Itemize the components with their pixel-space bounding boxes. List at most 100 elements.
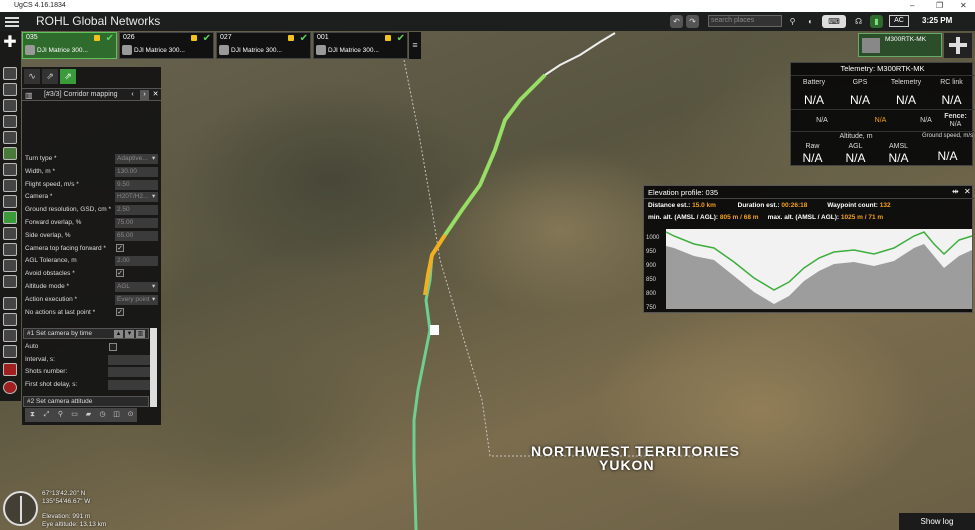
param-input[interactable]: 9.50 [115,179,158,190]
yaw-action-icon[interactable]: ⤢ [40,409,53,421]
dropdown-arrow-icon[interactable]: ▾ [152,281,155,293]
delete-action-icon[interactable]: ▥ [136,330,145,338]
circle-tool-icon[interactable] [3,163,17,176]
landing-tool-icon[interactable] [3,275,17,288]
undo-icon[interactable]: ↶ [670,15,683,28]
waypoints-icon[interactable]: ⇗ [42,69,58,84]
next-segment-icon[interactable]: › [140,90,149,100]
param-row: No actions at last point * ✓ [25,307,160,319]
vehicle-name: DJI Matrice 300... [328,47,379,54]
action-input[interactable] [108,379,150,390]
close-icon[interactable]: ✕ [151,90,160,100]
param-checkbox[interactable]: ✓ [116,243,124,252]
param-checkbox[interactable]: ✓ [116,269,124,278]
panorama-icon[interactable]: ⊙ [124,409,137,421]
param-row: Width, m * 130.00 [25,166,160,178]
polygon-tool-icon[interactable] [3,99,17,112]
vehicle-card-026[interactable]: 026 ✔ DJI Matrice 300... [119,32,214,59]
param-input[interactable]: 2.00 [115,256,158,267]
collapse-icon[interactable]: ▲ [114,330,123,338]
vehicle-card-001[interactable]: 001 ✔ DJI Matrice 300... [313,32,408,59]
area-tool-icon[interactable] [3,115,17,128]
param-input[interactable]: 65.00 [115,230,158,241]
dropdown-arrow-icon[interactable]: ▾ [152,191,155,203]
maximize-button[interactable]: ❐ [936,0,943,12]
raw-label: Raw [805,143,820,150]
vehicle-list-scroll[interactable]: ≡ [409,32,421,59]
layers-icon[interactable] [3,329,17,342]
clock: 3:25 PM [922,16,953,25]
param-label: Width, m * [25,167,55,175]
dropdown-arrow-icon[interactable]: ▾ [152,153,155,165]
minimize-button[interactable]: – [910,0,914,12]
param-input[interactable]: 75.00 [115,218,158,228]
telemetry-panel: Telemetry: M300RTK-MK Battery GPS Teleme… [790,62,974,166]
search-icon[interactable]: ⚲ [786,15,799,28]
panel-scrollbar[interactable] [150,328,157,407]
close-icon[interactable]: ✕ [964,187,971,196]
param-input[interactable]: 2.50 [115,205,158,216]
vertical-scan-icon[interactable] [3,227,17,240]
prev-segment-icon[interactable]: ‹ [128,90,137,100]
grid-tool-icon[interactable] [3,131,17,144]
ruler-icon[interactable] [3,313,17,326]
window-title: UgCS 4.16.1834 [14,2,66,9]
dropdown-arrow-icon[interactable]: ▾ [152,294,155,306]
lock-icon [94,35,100,41]
selected-vehicle-card[interactable]: M300RTK-MK [858,33,942,57]
action-set-camera-by-time[interactable]: #1 Set camera by time ▲ ▼ ▥ [23,328,149,339]
param-checkbox[interactable]: ✓ [116,307,124,316]
action-set-camera-attitude[interactable]: #2 Set camera attitude [23,396,149,407]
vehicle-card-035[interactable]: 035 ✔ DJI Matrice 300... [22,32,117,59]
battery-icon[interactable]: ▮ [870,15,883,28]
vehicle-id: 026 [123,34,135,41]
globe-icon[interactable]: ◐ [804,15,817,28]
camera-control-icon[interactable]: ▰ [82,409,95,421]
search-input[interactable]: search places [708,15,782,27]
no-fly-zone-icon[interactable] [3,363,17,376]
vehicle-card-027[interactable]: 027 ✔ DJI Matrice 300... [216,32,311,59]
poi-action-icon[interactable]: ⚲ [54,409,67,421]
compass-icon[interactable] [3,491,38,526]
orbit-tool-icon[interactable] [3,259,17,272]
move-down-icon[interactable]: ▼ [125,330,134,338]
menu-icon[interactable] [5,15,19,28]
action-checkbox[interactable] [109,343,117,351]
corridor-tool-icon[interactable] [3,147,17,160]
action-input[interactable] [108,354,150,365]
geofence-icon[interactable] [3,381,17,394]
drone-icon [122,45,132,55]
check-icon: ✔ [105,33,114,44]
close-button[interactable]: ✕ [960,0,967,12]
waypoint-tool-icon[interactable] [3,83,17,96]
pin-icon[interactable]: ⇹ [952,187,959,196]
param-input[interactable]: 130.00 [115,166,158,177]
drone-marker[interactable] [430,325,439,335]
perimeter-tool-icon[interactable] [3,195,17,208]
ac-button[interactable]: AC [889,15,909,27]
show-log-button[interactable]: Show log [899,513,975,530]
segments-icon[interactable]: ⇗ [60,69,76,84]
route-line-icon[interactable]: ∿ [24,69,40,84]
lock-icon [191,35,197,41]
photo-tool-icon[interactable] [3,211,17,224]
action-input[interactable] [108,367,150,377]
route-tool-icon[interactable] [3,67,17,80]
keyboard-icon[interactable]: ⌨ [822,15,846,28]
facade-tool-icon[interactable] [3,243,17,256]
camera-time-icon[interactable]: ◷ [96,409,109,421]
headset-icon[interactable]: ☊ [852,15,865,28]
param-label: Camera top facing forward * [25,244,106,252]
param-label: No actions at last point * [25,308,96,316]
camera-distance-icon[interactable]: ◫ [110,409,123,421]
redo-icon[interactable]: ↷ [686,15,699,28]
settings-icon[interactable] [3,297,17,310]
sun-icon[interactable] [3,345,17,358]
add-icon[interactable]: ✚ [3,35,17,51]
delete-icon[interactable]: ▥ [25,91,33,100]
drone-menu-button[interactable] [944,33,972,58]
wait-action-icon[interactable]: ⧗ [26,409,39,421]
camera-mode-icon[interactable]: ▭ [68,409,81,421]
scan-tool-icon[interactable] [3,179,17,192]
param-row: Turn type * Adaptive... ▾ [25,153,160,165]
